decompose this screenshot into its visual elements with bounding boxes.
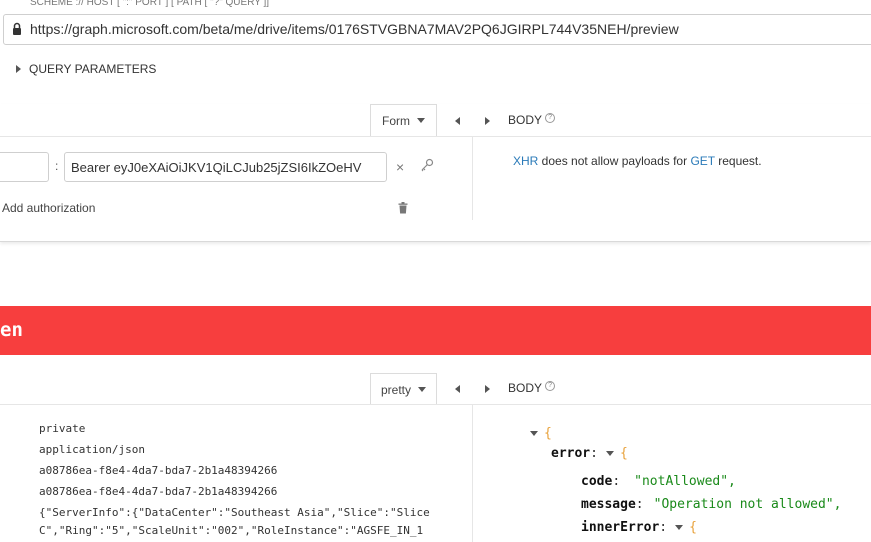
chevron-right-icon xyxy=(16,65,21,73)
json-punct: : xyxy=(635,497,644,512)
json-root: { xyxy=(530,426,552,441)
json-message-line: message: "Operation not allowed", xyxy=(581,497,841,512)
body-mode-label: pretty xyxy=(380,382,411,397)
json-brace: { xyxy=(689,520,697,535)
message-text: does not allow payloads for xyxy=(538,154,691,168)
headers-mode-select[interactable]: Form xyxy=(370,104,437,136)
chevron-left-icon xyxy=(454,117,460,125)
json-string: "notAllowed", xyxy=(634,474,736,489)
method-link[interactable]: GET xyxy=(690,154,714,168)
response-body-label: BODY? xyxy=(508,381,556,395)
body-label-text: BODY xyxy=(508,113,543,127)
json-key: innerError xyxy=(581,520,660,535)
response-header-value: a08786ea-f8e4-4da7-bda7-2b1a48394266 xyxy=(39,485,278,498)
message-text: request. xyxy=(714,154,762,168)
query-parameters-toggle[interactable]: QUERY PARAMETERS xyxy=(16,62,156,76)
caret-down-icon[interactable] xyxy=(605,451,614,456)
json-innererror-line: innerError: { xyxy=(581,520,697,535)
json-punct: : xyxy=(612,474,621,489)
chevron-right-icon xyxy=(484,385,490,393)
response-header-value: a08786ea-f8e4-4da7-bda7-2b1a48394266 xyxy=(39,464,278,477)
header-separator: : xyxy=(55,159,59,173)
help-icon[interactable]: ? xyxy=(545,113,556,123)
chevron-right-icon xyxy=(484,117,490,125)
help-icon[interactable]: ? xyxy=(545,381,556,391)
body-label-text: BODY xyxy=(508,381,543,395)
collapse-right-button[interactable] xyxy=(482,383,492,395)
body-mode-select[interactable]: pretty xyxy=(370,373,437,405)
response-header-value: C","Ring":"5","ScaleUnit":"002","RoleIns… xyxy=(39,524,424,537)
json-string: "Operation not allowed", xyxy=(653,497,842,512)
collapse-right-button[interactable] xyxy=(482,115,492,127)
xhr-link[interactable]: XHR xyxy=(513,154,538,168)
request-body-label: BODY? xyxy=(508,113,556,127)
json-punct: : xyxy=(659,520,668,535)
json-brace: { xyxy=(619,446,628,461)
headers-mode-label: Form xyxy=(382,113,410,128)
json-key: code xyxy=(581,474,613,489)
lock-icon xyxy=(13,22,21,35)
json-brace: { xyxy=(544,426,552,441)
trash-icon[interactable] xyxy=(398,202,408,214)
response-header-value: application/json xyxy=(39,443,145,456)
caret-down-icon[interactable] xyxy=(530,431,538,436)
add-authorization-link[interactable]: Add authorization xyxy=(2,201,95,215)
body-unavailable-message: XHR does not allow payloads for GET requ… xyxy=(513,154,762,168)
json-key: error xyxy=(551,446,591,461)
collapse-left-button[interactable] xyxy=(452,115,462,127)
header-value-input[interactable] xyxy=(64,152,387,182)
header-key-input[interactable] xyxy=(0,152,49,182)
divider xyxy=(0,136,871,137)
status-text: en xyxy=(0,319,23,341)
caret-down-icon xyxy=(417,118,425,123)
json-error-line: error: { xyxy=(551,446,628,461)
response-header-value: {"ServerInfo":{"DataCenter":"Southeast A… xyxy=(39,506,430,519)
chevron-left-icon xyxy=(454,385,460,393)
key-icon[interactable] xyxy=(420,158,434,172)
json-code-line: code: "notAllowed", xyxy=(581,474,736,489)
query-parameters-label: QUERY PARAMETERS xyxy=(29,62,157,76)
divider xyxy=(472,137,473,220)
divider xyxy=(0,404,871,405)
response-header-value: private xyxy=(39,422,86,435)
close-icon[interactable]: × xyxy=(396,159,404,175)
status-banner xyxy=(0,306,871,355)
json-punct: : xyxy=(590,446,598,461)
caret-down-icon xyxy=(418,387,426,392)
url-format-hint: SCHEME :// HOST [ ":" PORT ] [ PATH [ "?… xyxy=(30,0,270,8)
caret-down-icon[interactable] xyxy=(675,525,684,530)
url-text[interactable]: https://graph.microsoft.com/beta/me/driv… xyxy=(30,21,679,37)
collapse-left-button[interactable] xyxy=(452,383,462,395)
divider xyxy=(472,405,473,542)
json-key: message xyxy=(581,497,636,512)
